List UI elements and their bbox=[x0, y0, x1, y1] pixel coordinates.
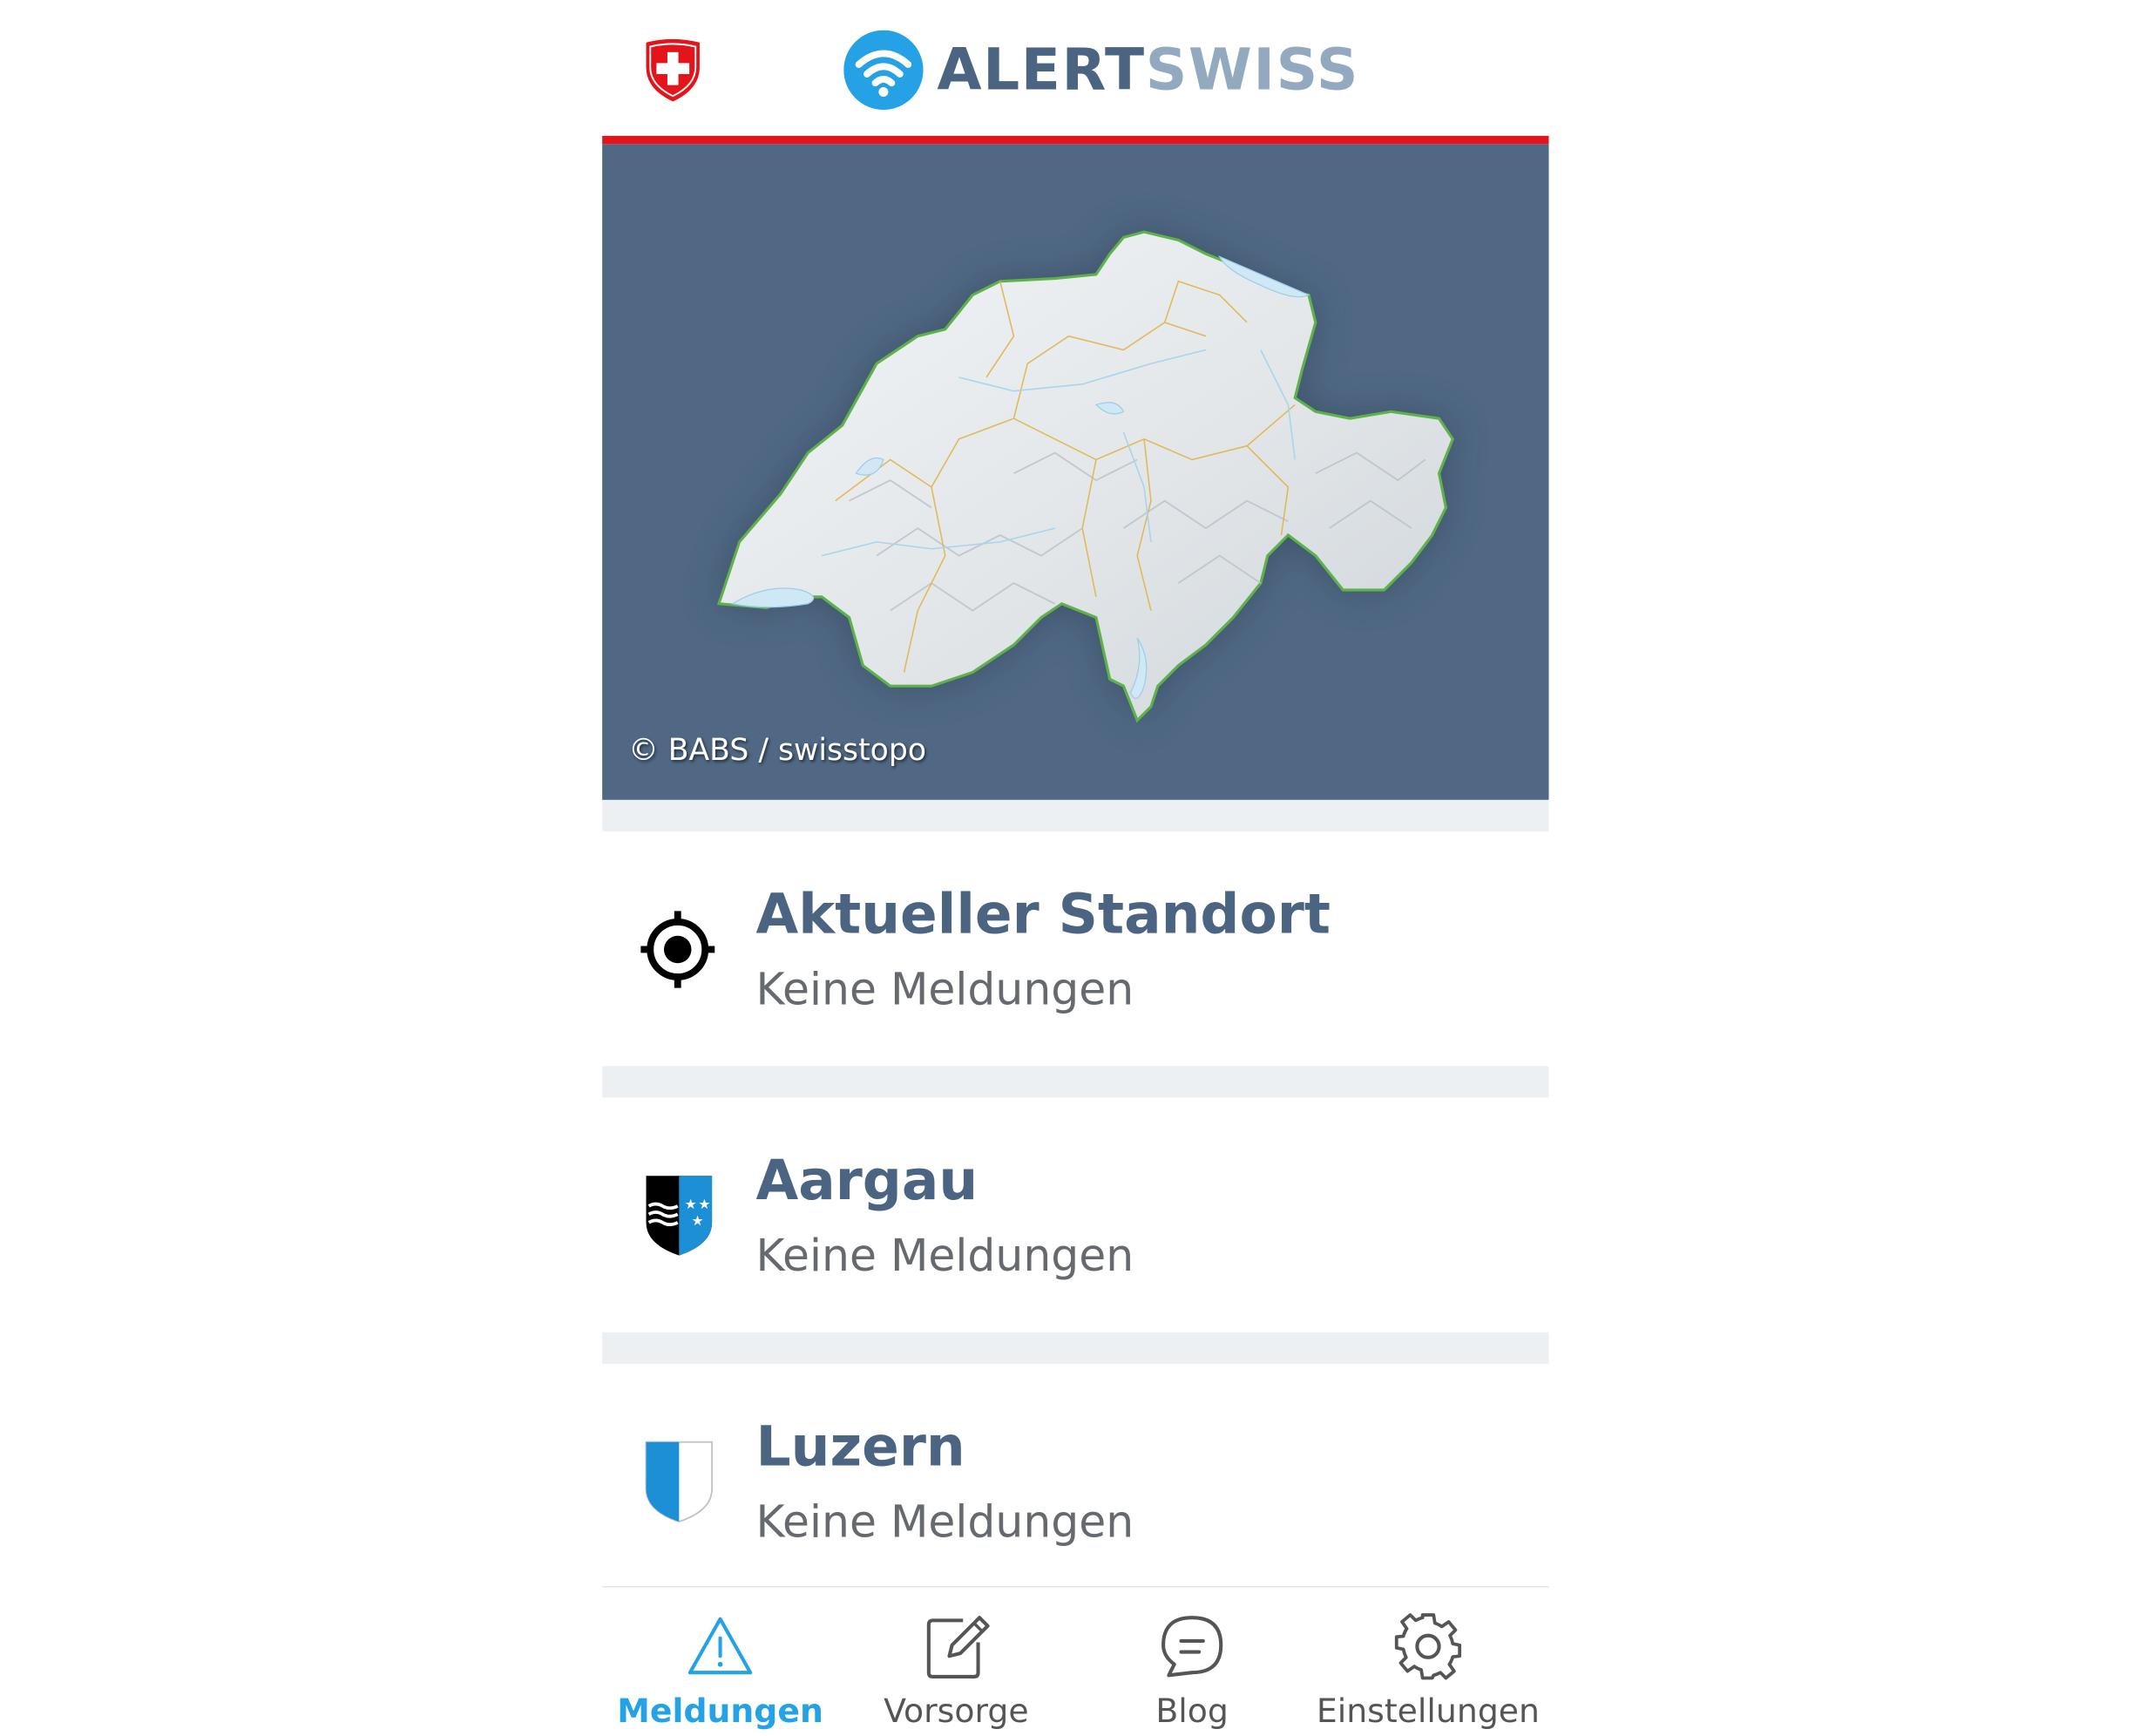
location-item-aargau[interactable]: ★ ★ ★ Aargau Keine Meldungen bbox=[602, 1097, 1549, 1332]
section-separator bbox=[602, 1066, 1549, 1098]
brand-name-swiss: SWISS bbox=[1145, 35, 1360, 104]
brand-name-alert: ALERT bbox=[937, 35, 1146, 104]
location-status: Keine Meldungen bbox=[755, 1229, 1134, 1282]
location-title: Aargau bbox=[755, 1149, 979, 1213]
map-copyright: © BABS / swisstopo bbox=[628, 734, 927, 769]
svg-text:★: ★ bbox=[698, 1196, 710, 1212]
chat-bubble-icon bbox=[1161, 1616, 1223, 1678]
location-item-current[interactable]: Aktueller Standort Keine Meldungen bbox=[602, 831, 1549, 1065]
nav-label: Meldungen bbox=[617, 1692, 823, 1731]
swiss-confederation-shield-icon bbox=[646, 38, 700, 102]
app-header: ALERTSWISS bbox=[602, 0, 1549, 136]
alertswiss-logo: ALERTSWISS bbox=[843, 30, 1359, 110]
switzerland-map-image bbox=[716, 230, 1455, 723]
nav-label: Einstellungen bbox=[1316, 1692, 1541, 1731]
nav-tab-blog[interactable]: Blog bbox=[1074, 1588, 1310, 1736]
alertswiss-signal-icon bbox=[843, 30, 924, 110]
luzern-coat-of-arms-icon bbox=[645, 1441, 714, 1523]
nav-tab-meldungen[interactable]: Meldungen bbox=[602, 1588, 838, 1736]
section-separator bbox=[602, 799, 1549, 832]
svg-text:★: ★ bbox=[685, 1196, 697, 1212]
nav-label: Blog bbox=[1155, 1692, 1229, 1731]
edit-note-icon bbox=[926, 1616, 990, 1678]
gear-icon bbox=[1394, 1613, 1462, 1680]
location-status: Keine Meldungen bbox=[755, 1495, 1134, 1548]
location-title: Aktueller Standort bbox=[755, 883, 1331, 947]
switzerland-map[interactable]: © BABS / swisstopo bbox=[602, 144, 1549, 800]
header-red-divider bbox=[602, 135, 1549, 145]
bottom-navigation: Meldungen Vorsorge Blog Einstellungen bbox=[602, 1586, 1549, 1736]
nav-label: Vorsorge bbox=[884, 1692, 1029, 1731]
nav-tab-vorsorge[interactable]: Vorsorge bbox=[838, 1588, 1074, 1736]
location-status: Keine Meldungen bbox=[755, 963, 1134, 1016]
app-screen: ALERTSWISS © BABS / swisstopo Aktueller … bbox=[602, 0, 1549, 1736]
brand-name: ALERTSWISS bbox=[937, 31, 1359, 110]
section-separator bbox=[602, 1332, 1549, 1364]
location-item-luzern[interactable]: Luzern Keine Meldungen bbox=[602, 1363, 1549, 1597]
location-title: Luzern bbox=[755, 1415, 965, 1480]
aargau-coat-of-arms-icon: ★ ★ ★ bbox=[646, 1176, 713, 1256]
crosshair-location-icon bbox=[640, 911, 715, 988]
warning-triangle-icon bbox=[687, 1617, 753, 1675]
nav-tab-einstellungen[interactable]: Einstellungen bbox=[1310, 1588, 1547, 1736]
svg-text:★: ★ bbox=[691, 1212, 703, 1229]
